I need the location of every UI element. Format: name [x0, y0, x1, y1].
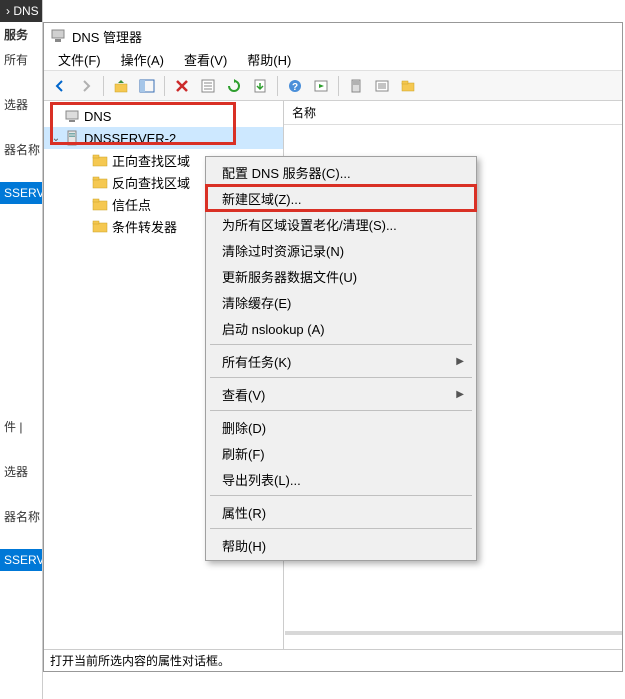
context-menu-item[interactable]: 更新服务器数据文件(U) [208, 263, 474, 289]
expand-caret-icon[interactable]: ⌄ [50, 132, 62, 144]
context-menu-item[interactable]: 为所有区域设置老化/清理(S)... [208, 211, 474, 237]
menu-item-label: 所有任务(K) [222, 352, 291, 371]
status-bar: 打开当前所选内容的属性对话框。 [44, 649, 622, 671]
menu-item-label: 为所有区域设置老化/清理(S)... [222, 215, 397, 234]
menu-divider [210, 410, 472, 411]
menu-item-label: 刷新(F) [222, 444, 265, 463]
submenu-arrow-icon: ▶ [456, 356, 464, 367]
context-menu-item[interactable]: 查看(V) ▶ [208, 381, 474, 407]
window-title: DNS 管理器 [72, 27, 142, 46]
context-menu: 配置 DNS 服务器(C)... 新建区域(Z)... 为所有区域设置老化/清理(S… [205, 156, 477, 561]
submenu-arrow-icon: ▶ [456, 389, 464, 400]
menu-bar: 文件(F) 操作(A) 查看(V) 帮助(H) [44, 49, 622, 71]
context-menu-item[interactable]: 新建区域(Z)... [208, 185, 474, 211]
server-icon-button[interactable] [344, 74, 368, 98]
nav-forward-button[interactable] [74, 74, 98, 98]
menu-item-label: 启动 nslookup (A) [222, 319, 325, 338]
context-menu-item[interactable]: 导出列表(L)... [208, 466, 474, 492]
menu-help[interactable]: 帮助(H) [237, 48, 301, 71]
menu-item-label: 导出列表(L)... [222, 470, 301, 489]
server-icon [64, 130, 80, 146]
context-menu-item[interactable]: 启动 nslookup (A) [208, 315, 474, 341]
dns-root-icon [64, 108, 80, 124]
status-text: 打开当前所选内容的属性对话框。 [50, 654, 230, 668]
menu-action[interactable]: 操作(A) [111, 48, 174, 71]
folder-icon [92, 218, 108, 234]
context-menu-item[interactable]: 删除(D) [208, 414, 474, 440]
menu-divider [210, 528, 472, 529]
menu-item-label: 删除(D) [222, 418, 266, 437]
toolbar: ? [44, 71, 622, 101]
menu-item-label: 更新服务器数据文件(U) [222, 267, 357, 286]
refresh-button[interactable] [222, 74, 246, 98]
help-button[interactable]: ? [283, 74, 307, 98]
menu-item-label: 清除过时资源记录(N) [222, 241, 344, 260]
menu-view[interactable]: 查看(V) [174, 48, 237, 71]
caret-icon [50, 110, 62, 122]
menu-item-label: 配置 DNS 服务器(C)... [222, 163, 351, 182]
title-bar: DNS 管理器 [44, 23, 622, 49]
menu-divider [210, 495, 472, 496]
menu-item-label: 帮助(H) [222, 536, 266, 555]
context-menu-item[interactable]: 清除过时资源记录(N) [208, 237, 474, 263]
tree-root-dns[interactable]: DNS [44, 105, 283, 127]
list-column-header[interactable]: 名称 [284, 101, 622, 125]
menu-item-label: 属性(R) [222, 503, 266, 522]
context-menu-item[interactable]: 帮助(H) [208, 532, 474, 558]
play-button[interactable] [309, 74, 333, 98]
app-icon [50, 28, 66, 44]
up-button[interactable] [109, 74, 133, 98]
folder-icon [92, 196, 108, 212]
context-menu-item[interactable]: 配置 DNS 服务器(C)... [208, 159, 474, 185]
list-icon-button[interactable] [370, 74, 394, 98]
delete-button[interactable] [170, 74, 194, 98]
menu-item-label: 新建区域(Z)... [222, 189, 301, 208]
folder-icon [92, 174, 108, 190]
context-menu-item[interactable]: 刷新(F) [208, 440, 474, 466]
bottom-splitter[interactable] [285, 631, 622, 649]
show-hide-tree-button[interactable] [135, 74, 159, 98]
background-sidebar: › DNS 服务 所有 选器 器名称 SSERV 件 | 选器 器名称 SSER… [0, 0, 43, 699]
nav-back-button[interactable] [48, 74, 72, 98]
filter-icon-button[interactable] [396, 74, 420, 98]
menu-item-label: 查看(V) [222, 385, 265, 404]
svg-text:?: ? [292, 82, 298, 93]
menu-item-label: 清除缓存(E) [222, 293, 291, 312]
context-menu-item[interactable]: 所有任务(K) ▶ [208, 348, 474, 374]
context-menu-item[interactable]: 属性(R) [208, 499, 474, 525]
menu-divider [210, 377, 472, 378]
bg-breadcrumb: › DNS [0, 0, 42, 22]
folder-icon [92, 152, 108, 168]
toolbar-separator [103, 76, 104, 96]
properties-button[interactable] [196, 74, 220, 98]
context-menu-item[interactable]: 清除缓存(E) [208, 289, 474, 315]
menu-divider [210, 344, 472, 345]
tree-server-node[interactable]: ⌄ DNSSERVER-2 [44, 127, 283, 149]
menu-file[interactable]: 文件(F) [48, 48, 111, 71]
export-button[interactable] [248, 74, 272, 98]
